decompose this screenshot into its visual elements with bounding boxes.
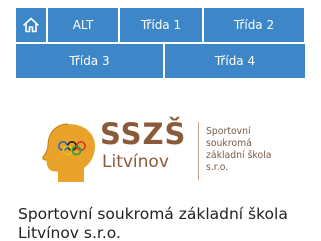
nav-trida-4-button[interactable]: Třída 4 bbox=[165, 44, 305, 78]
logo-emblem-icon bbox=[38, 120, 100, 184]
nav-trida-1-button[interactable]: Třída 1 bbox=[120, 8, 202, 42]
nav-row-2: Třída 3 Třída 4 bbox=[16, 44, 305, 78]
top-nav: ALT Třída 1 Třída 2 Třída 3 Třída 4 bbox=[16, 8, 305, 80]
nav-row-1: ALT Třída 1 Třída 2 bbox=[16, 8, 305, 42]
school-logo[interactable]: SSZŠ Litvínov Sportovní soukromá základn… bbox=[38, 118, 288, 190]
nav-alt-button[interactable]: ALT bbox=[48, 8, 118, 42]
logo-subtitle-line: soukromá bbox=[206, 138, 252, 149]
school-name-heading: Sportovní soukromá základní škola Litvín… bbox=[18, 205, 288, 241]
nav-trida-2-button[interactable]: Třída 2 bbox=[204, 8, 304, 42]
logo-subtitle-line: s.r.o. bbox=[206, 162, 229, 173]
nav-home-button[interactable] bbox=[16, 8, 46, 42]
logo-town: Litvínov bbox=[102, 152, 169, 172]
home-icon bbox=[22, 16, 40, 34]
logo-subtitle-line: základní škola bbox=[206, 150, 272, 161]
logo-subtitle: Sportovní soukromá základní škola s.r.o. bbox=[206, 126, 292, 174]
nav-trida-3-button[interactable]: Třída 3 bbox=[16, 44, 163, 78]
logo-divider bbox=[198, 122, 199, 180]
logo-abbreviation: SSZŠ bbox=[100, 117, 187, 151]
page: ALT Třída 1 Třída 2 Třída 3 Třída 4 SSZŠ… bbox=[0, 0, 321, 241]
logo-subtitle-line: Sportovní bbox=[206, 126, 251, 137]
